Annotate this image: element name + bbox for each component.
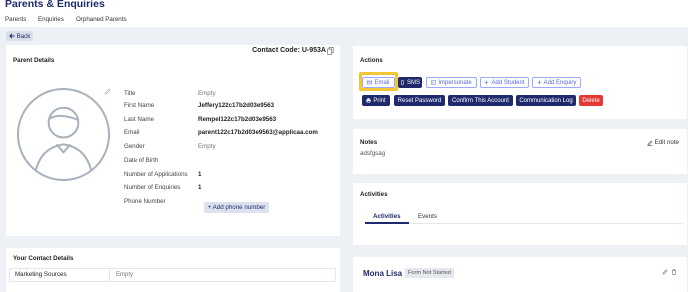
field-label-first-name: First Name xyxy=(124,102,155,109)
activities-title: Activities xyxy=(360,191,388,198)
pencil-icon xyxy=(647,140,653,146)
contact-details-card: Your Contact Details Marketing Sources E… xyxy=(6,248,340,292)
marketing-sources-row: Marketing Sources Empty xyxy=(9,268,336,282)
email-label: Email xyxy=(374,79,390,86)
marketing-sources-value[interactable]: Empty xyxy=(116,272,133,278)
print-button[interactable]: Print xyxy=(362,95,390,106)
student-status-badge: Form Not Started xyxy=(405,268,454,278)
add-enquiry-label: Add Enquiry xyxy=(543,79,577,86)
tab-activities[interactable]: Activities xyxy=(373,213,401,220)
field-value-number-of-applications: 1 xyxy=(198,171,202,178)
back-label: Back xyxy=(16,32,31,40)
field-label-number-of-enquiries: Number of Enquiries xyxy=(124,184,181,191)
student-card: Mona Lisa Form Not Started xyxy=(353,257,687,292)
tabs-baseline xyxy=(365,223,683,224)
plus-icon xyxy=(537,80,542,85)
parent-details-card: Parent Details Contact Code: U-953A Titl… xyxy=(6,45,340,236)
avatar-placeholder-icon xyxy=(16,87,111,182)
field-label-phone-number: Phone Number xyxy=(124,198,166,205)
field-value-number-of-enquiries: 1 xyxy=(198,184,202,191)
field-value-first-name: Jeffery122c17b2d03e9563 xyxy=(198,102,275,109)
field-value-gender: Empty xyxy=(198,143,216,150)
notes-card: Notes adsfgsag Edit note xyxy=(353,129,687,174)
add-student-label: Add Student xyxy=(491,79,525,86)
plus-icon xyxy=(484,80,489,85)
envelope-icon xyxy=(367,80,373,85)
field-label-title: Title xyxy=(124,90,136,97)
sms-button[interactable]: SMS xyxy=(398,77,422,88)
field-label-last-name: Last Name xyxy=(124,116,154,123)
back-button[interactable]: Back xyxy=(6,31,33,41)
field-label-number-of-applications: Number of Applications xyxy=(124,171,188,178)
impersonate-icon xyxy=(431,80,437,85)
student-name[interactable]: Mona Lisa xyxy=(363,269,402,278)
edit-note-button[interactable]: Edit note xyxy=(647,139,679,146)
row-divider xyxy=(109,269,110,281)
trash-icon[interactable] xyxy=(671,269,677,275)
edit-note-label: Edit note xyxy=(654,139,679,146)
notes-title: Notes xyxy=(360,139,378,146)
student-actions xyxy=(662,269,677,275)
delete-button[interactable]: Delete xyxy=(579,95,603,106)
print-label: Print xyxy=(373,97,386,104)
field-value-last-name: Rempel122c17b2d03e9563 xyxy=(198,116,277,123)
activities-card: Activities Activities Events xyxy=(353,183,687,245)
parent-details-title: Parent Details xyxy=(13,57,55,64)
notes-text: adsfgsag xyxy=(360,150,386,157)
add-phone-number-button[interactable]: + Add phone number xyxy=(204,202,269,213)
field-label-date-of-birth: Date of Birth xyxy=(124,157,159,164)
marketing-sources-label: Marketing Sources xyxy=(15,271,67,278)
nav-enquiries[interactable]: Enquiries xyxy=(38,16,64,23)
contact-details-title: Your Contact Details xyxy=(13,255,74,262)
field-label-gender: Gender xyxy=(124,143,145,150)
nav-parents[interactable]: Parents xyxy=(5,16,26,23)
edit-avatar-icon[interactable] xyxy=(104,88,111,95)
page-title: Parents & Enquiries xyxy=(5,0,105,10)
impersonate-button[interactable]: Impersonate xyxy=(426,77,477,88)
edit-student-icon[interactable] xyxy=(662,269,668,275)
field-value-email: parent122c17b2d03e9563@applicaa.com xyxy=(198,129,318,136)
field-label-email: Email xyxy=(124,129,140,136)
printer-icon xyxy=(366,98,372,103)
contact-code: Contact Code: U-953A xyxy=(252,47,326,54)
active-tab-indicator xyxy=(365,222,409,224)
email-button[interactable]: Email xyxy=(362,77,395,88)
phone-icon xyxy=(400,80,404,85)
actions-title: Actions xyxy=(360,57,383,64)
reset-password-button[interactable]: Reset Password xyxy=(394,95,445,106)
top-bar: Parents & Enquiries Parents Enquiries Or… xyxy=(0,0,688,27)
actions-card: Actions Email SMS Impersonate Add Studen… xyxy=(353,46,687,119)
copy-icon[interactable] xyxy=(327,47,334,55)
sms-label: SMS xyxy=(406,79,420,86)
field-value-title: Empty xyxy=(198,90,216,97)
impersonate-label: Impersonate xyxy=(438,79,472,86)
tab-events[interactable]: Events xyxy=(418,213,437,220)
arrow-left-icon xyxy=(8,33,15,39)
nav-orphaned-parents[interactable]: Orphaned Parents xyxy=(76,16,127,23)
add-enquiry-button[interactable]: Add Enquiry xyxy=(532,77,581,88)
top-nav: Parents Enquiries Orphaned Parents xyxy=(0,16,688,27)
confirm-account-button[interactable]: Confirm This Account xyxy=(448,95,513,106)
add-student-button[interactable]: Add Student xyxy=(480,77,529,88)
communication-log-button[interactable]: Communication Log xyxy=(516,95,576,106)
